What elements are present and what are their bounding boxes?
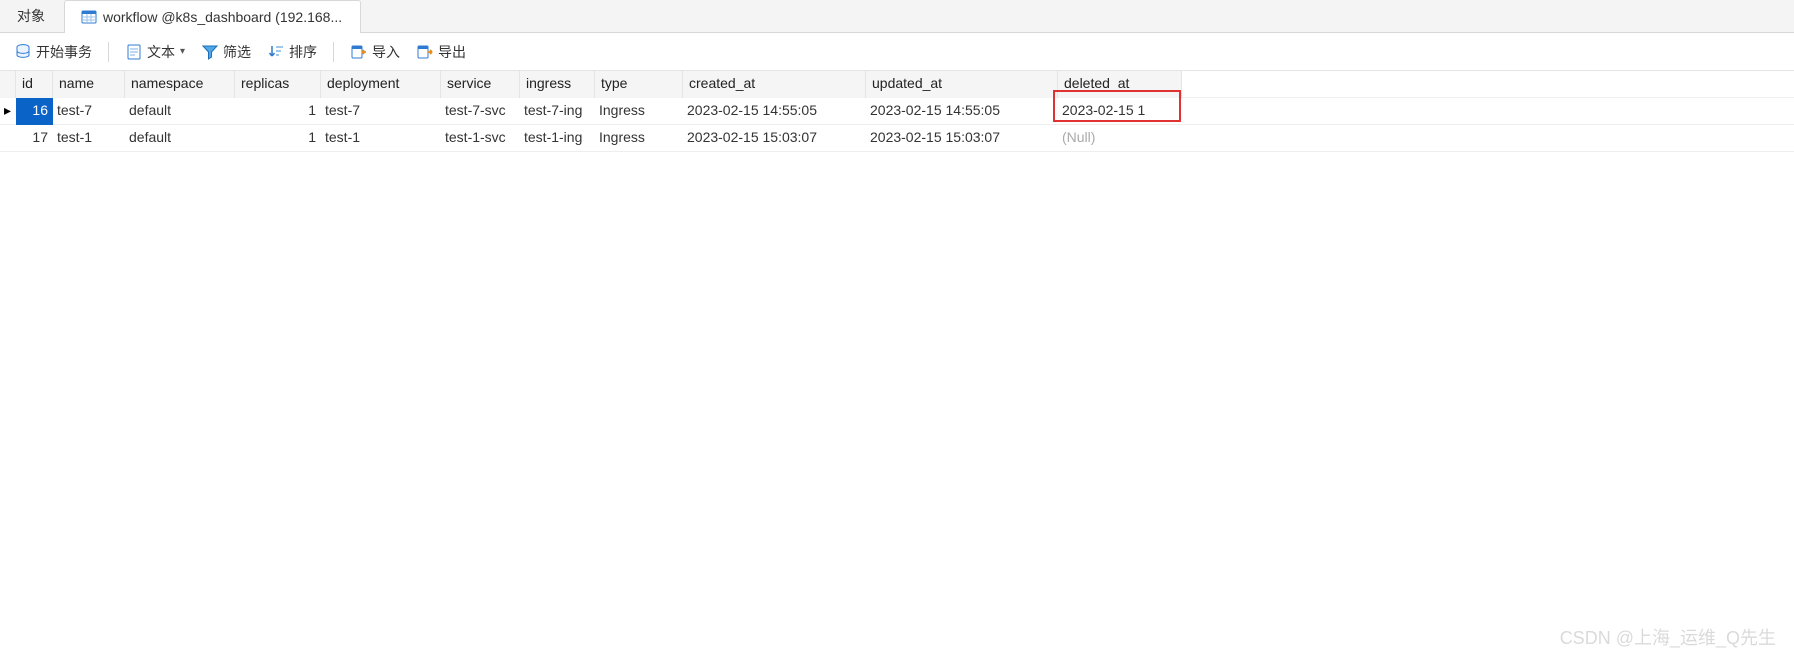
cell-created-at[interactable]: 2023-02-15 14:55:05 — [683, 98, 866, 125]
cell-replicas[interactable]: 1 — [235, 125, 321, 152]
import-button[interactable]: 导入 — [344, 39, 406, 65]
funnel-icon — [201, 43, 219, 61]
begin-transaction-button[interactable]: 开始事务 — [8, 39, 98, 65]
sort-button[interactable]: 排序 — [261, 39, 323, 65]
cell-namespace[interactable]: default — [125, 125, 235, 152]
tab-label: workflow @k8s_dashboard (192.168... — [103, 9, 342, 25]
cell-created-at[interactable]: 2023-02-15 15:03:07 — [683, 125, 866, 152]
cell-namespace[interactable]: default — [125, 98, 235, 125]
grid-body: ▸16test-7default1test-7test-7-svctest-7-… — [0, 98, 1794, 152]
col-deployment[interactable]: deployment — [321, 71, 441, 98]
cell-service[interactable]: test-1-svc — [441, 125, 520, 152]
table-row[interactable]: 17test-1default1test-1test-1-svctest-1-i… — [0, 125, 1794, 152]
chevron-down-icon: ▾ — [180, 46, 185, 57]
tab-label: 对象 — [17, 6, 45, 26]
col-service[interactable]: service — [441, 71, 520, 98]
db-icon — [14, 43, 32, 61]
col-ingress[interactable]: ingress — [520, 71, 595, 98]
cell-replicas[interactable]: 1 — [235, 98, 321, 125]
separator — [108, 42, 109, 62]
cell-deleted-at[interactable]: 2023-02-15 1 — [1058, 98, 1182, 125]
cell-id[interactable]: 16 — [16, 98, 53, 125]
grid-header: id name namespace replicas deployment se… — [0, 71, 1794, 98]
cell-deployment[interactable]: test-7 — [321, 98, 441, 125]
import-icon — [350, 43, 368, 61]
toolbar-label: 排序 — [289, 42, 317, 62]
tab-objects[interactable]: 对象 — [0, 0, 64, 32]
toolbar-label: 导出 — [438, 42, 466, 62]
row-indicator-header — [0, 71, 16, 98]
cell-ingress[interactable]: test-7-ing — [520, 98, 595, 125]
export-icon — [416, 43, 434, 61]
filter-button[interactable]: 筛选 — [195, 39, 257, 65]
watermark: CSDN @上海_运维_Q先生 — [1560, 624, 1776, 650]
memo-icon — [125, 43, 143, 61]
toolbar-label: 导入 — [372, 42, 400, 62]
cell-deleted-at[interactable]: (Null) — [1058, 125, 1182, 152]
text-mode-button[interactable]: 文本 ▾ — [119, 39, 191, 65]
col-updated-at[interactable]: updated_at — [866, 71, 1058, 98]
tab-workflow[interactable]: workflow @k8s_dashboard (192.168... — [64, 0, 361, 33]
cell-updated-at[interactable]: 2023-02-15 15:03:07 — [866, 125, 1058, 152]
table-row[interactable]: ▸16test-7default1test-7test-7-svctest-7-… — [0, 98, 1794, 125]
row-indicator[interactable] — [0, 125, 16, 152]
cell-type[interactable]: Ingress — [595, 125, 683, 152]
row-indicator[interactable]: ▸ — [0, 98, 16, 125]
data-grid: id name namespace replicas deployment se… — [0, 71, 1794, 152]
col-namespace[interactable]: namespace — [125, 71, 235, 98]
cell-deployment[interactable]: test-1 — [321, 125, 441, 152]
col-type[interactable]: type — [595, 71, 683, 98]
col-deleted-at[interactable]: deleted_at — [1058, 71, 1182, 98]
cell-type[interactable]: Ingress — [595, 98, 683, 125]
cell-name[interactable]: test-7 — [53, 98, 125, 125]
toolbar: 开始事务 文本 ▾ 筛选 — [0, 33, 1794, 71]
col-replicas[interactable]: replicas — [235, 71, 321, 98]
cell-id[interactable]: 17 — [16, 125, 53, 152]
tab-bar: 对象 workflow @k8s_dashboard (192.168... — [0, 0, 1794, 33]
cell-service[interactable]: test-7-svc — [441, 98, 520, 125]
separator — [333, 42, 334, 62]
toolbar-label: 开始事务 — [36, 42, 92, 62]
cell-ingress[interactable]: test-1-ing — [520, 125, 595, 152]
col-created-at[interactable]: created_at — [683, 71, 866, 98]
cell-name[interactable]: test-1 — [53, 125, 125, 152]
toolbar-label: 文本 — [147, 42, 175, 62]
export-button[interactable]: 导出 — [410, 39, 472, 65]
col-name[interactable]: name — [53, 71, 125, 98]
col-id[interactable]: id — [16, 71, 53, 98]
sort-icon — [267, 43, 285, 61]
table-icon — [81, 9, 97, 25]
toolbar-label: 筛选 — [223, 42, 251, 62]
cell-updated-at[interactable]: 2023-02-15 14:55:05 — [866, 98, 1058, 125]
